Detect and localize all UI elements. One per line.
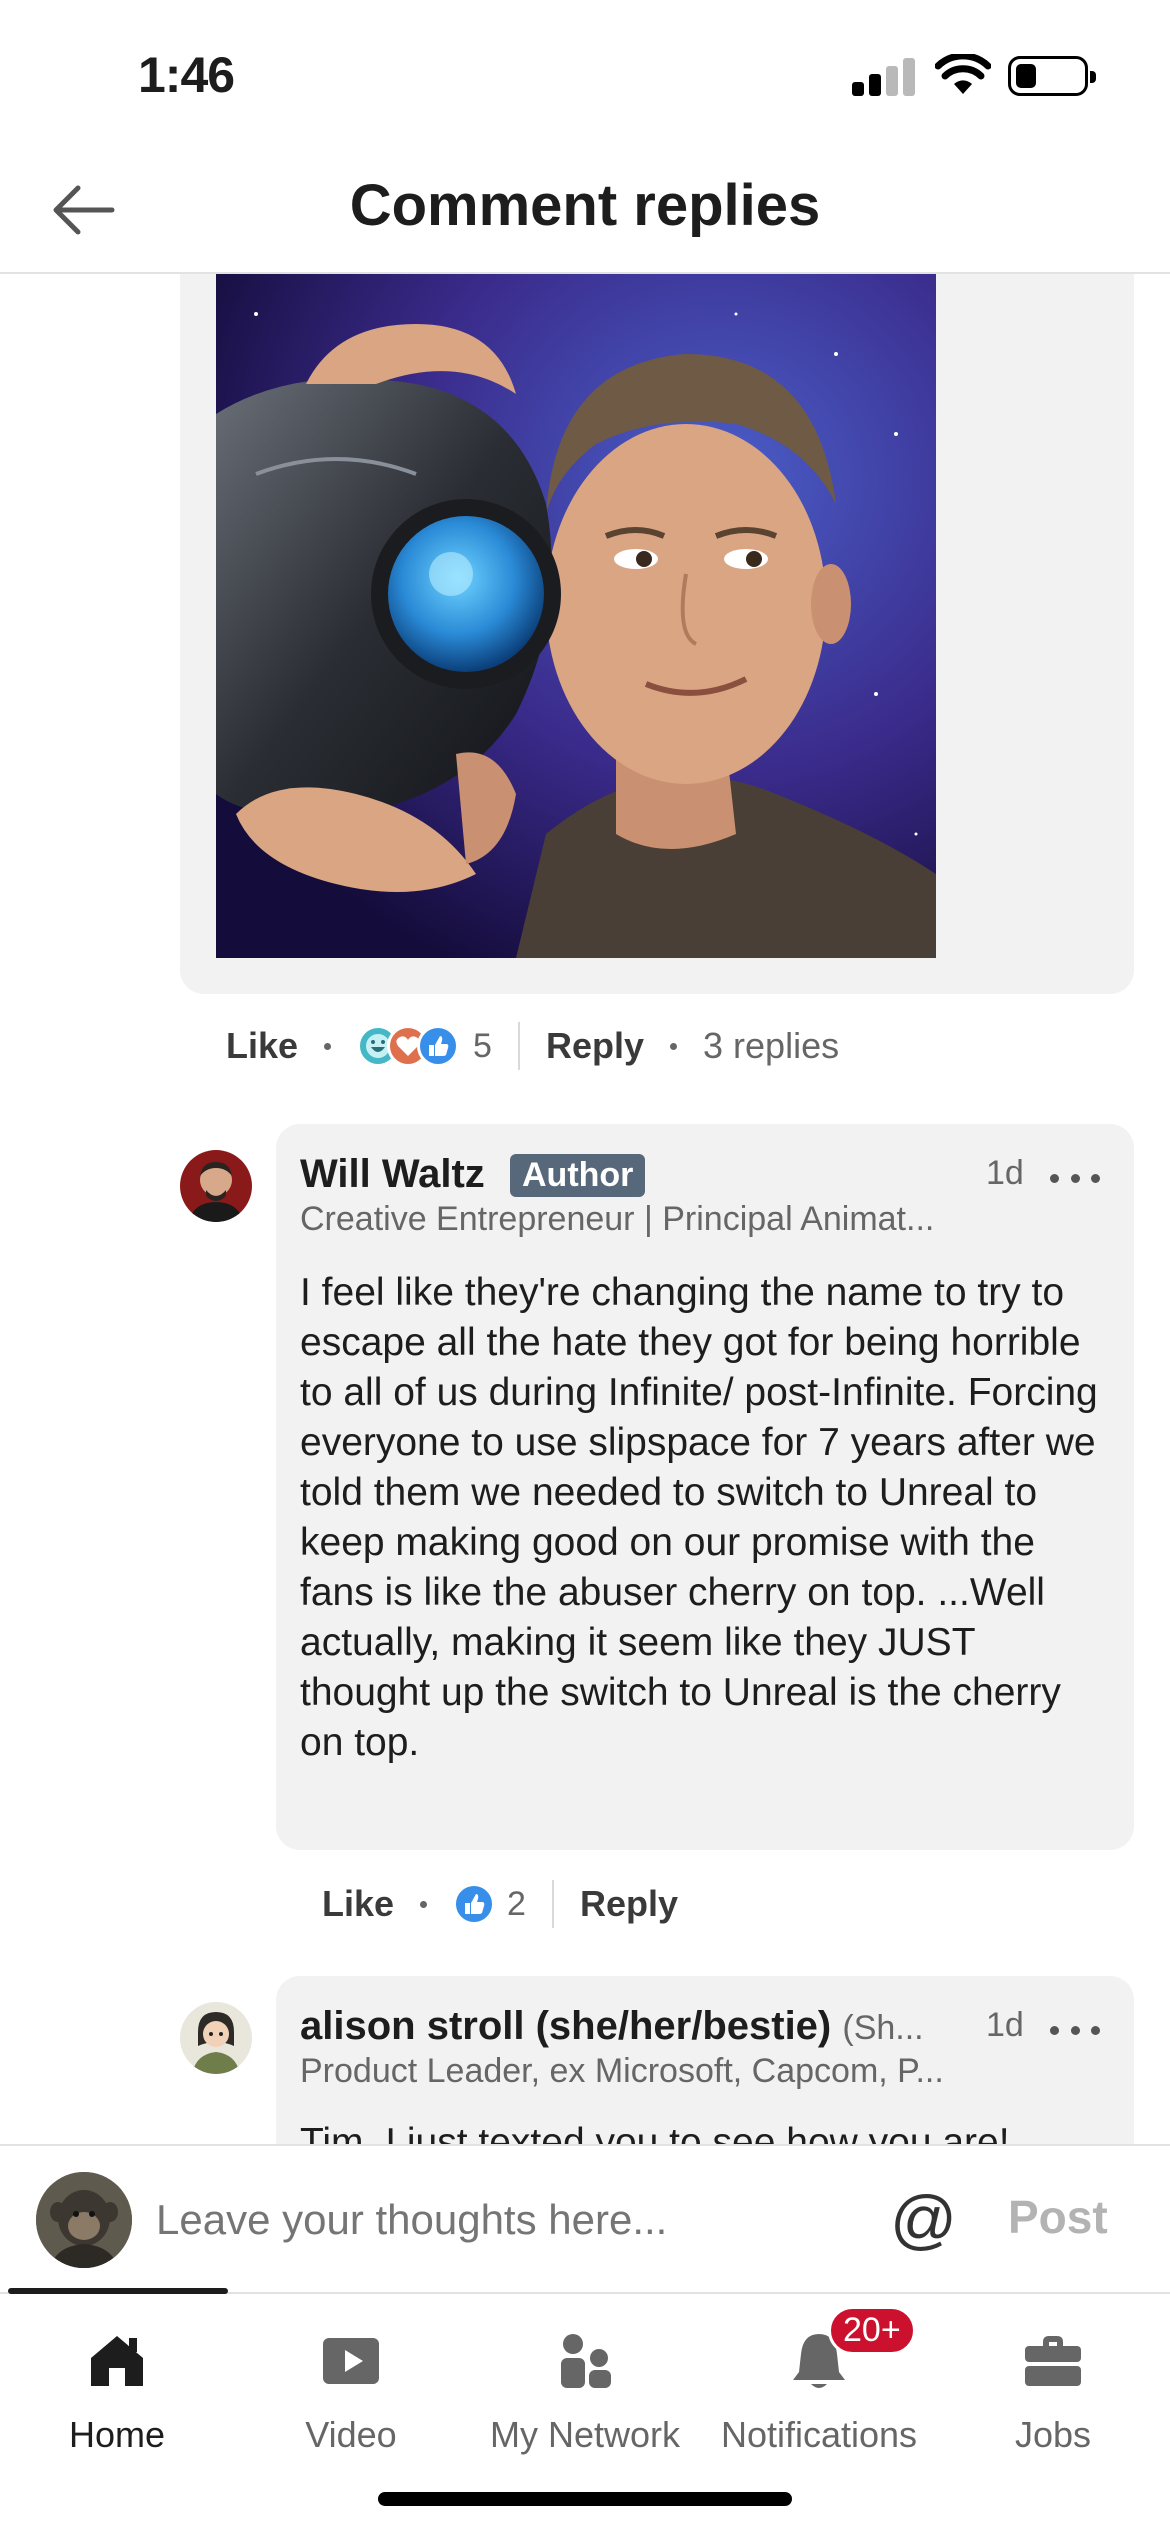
tab-home[interactable]: Home [2, 2314, 232, 2455]
user-avatar [36, 2172, 132, 2268]
tab-label: Home [68, 2414, 166, 2455]
cellular-signal-icon [852, 56, 916, 96]
separator-dot [420, 1900, 428, 1908]
video-icon [323, 2338, 379, 2384]
comment-image[interactable] [216, 274, 936, 958]
briefcase-icon [1025, 2336, 1081, 2386]
tab-label: Jobs [1014, 2414, 1092, 2455]
more-options-icon[interactable] [1050, 1168, 1100, 1188]
avatar[interactable] [180, 1150, 252, 1222]
commenter-name[interactable]: Will Waltz [300, 1152, 485, 1197]
comment-composer: @ Post [0, 2144, 1170, 2292]
parent-comment-actions: Like 5 Reply 3 replies [226, 1016, 839, 1076]
commenter-name-text: alison stroll (she/her/bestie) [300, 2004, 832, 2048]
commenter-name-suffix: (Sh... [842, 2009, 924, 2047]
notification-count-badge: 20+ [828, 2306, 916, 2355]
home-icon [91, 2336, 143, 2386]
replies-count-link[interactable]: 3 replies [703, 1025, 839, 1067]
reactions-summary[interactable] [357, 1025, 460, 1067]
comment-body: Tim, I just texted you to see how you ar… [300, 2121, 1010, 2144]
comment-timestamp: 1d [986, 2006, 1024, 2044]
tab-my-network[interactable]: My Network [470, 2314, 700, 2455]
battery-icon [1008, 56, 1096, 96]
wifi-icon [935, 54, 991, 94]
tab-jobs[interactable]: Jobs [938, 2314, 1168, 2455]
reaction-count: 5 [473, 1026, 492, 1065]
top-bar: Comment replies [0, 150, 1170, 274]
tab-label: Video [305, 2414, 397, 2455]
network-icon [561, 2334, 611, 2388]
status-time: 1:46 [138, 47, 235, 103]
separator-dot [670, 1042, 678, 1050]
home-indicator[interactable] [378, 2492, 792, 2506]
status-bar: 1:46 [0, 0, 1170, 150]
separator-dot [324, 1042, 332, 1050]
like-reaction-icon [453, 1883, 496, 1925]
divider [517, 1022, 520, 1070]
tab-label: My Network [489, 2414, 681, 2455]
comment-timestamp: 1d [986, 1154, 1024, 1192]
reply-button[interactable]: Reply [580, 1883, 678, 1925]
comment-input[interactable] [156, 2190, 856, 2250]
post-button[interactable]: Post [1008, 2190, 1108, 2244]
tab-video[interactable]: Video [236, 2314, 466, 2455]
more-options-icon[interactable] [1050, 2020, 1100, 2040]
like-reaction-icon [417, 1025, 460, 1067]
reactions-summary[interactable] [453, 1883, 496, 1925]
commenter-headline: Creative Entrepreneur | Principal Animat… [300, 1200, 935, 1238]
comment-body: I feel like they're changing the name to… [300, 1271, 1098, 1764]
commenter-name[interactable]: alison stroll (she/her/bestie) (Sh... [300, 2004, 924, 2049]
reply-button[interactable]: Reply [546, 1025, 644, 1067]
reply-comment-actions: Like 2 Reply [322, 1874, 678, 1934]
like-button[interactable]: Like [322, 1883, 394, 1925]
divider [551, 1880, 554, 1928]
tab-label: Notifications [720, 2414, 918, 2455]
avatar[interactable] [180, 2002, 252, 2074]
active-tab-indicator [8, 2288, 228, 2294]
page-title: Comment replies [349, 173, 821, 238]
commenter-headline: Product Leader, ex Microsoft, Capcom, P.… [300, 2052, 944, 2090]
like-button[interactable]: Like [226, 1025, 298, 1067]
author-badge: Author [510, 1154, 646, 1197]
comment-thread[interactable]: Like 5 Reply 3 replies Will Waltz Author… [0, 274, 1170, 2144]
mention-icon[interactable]: @ [890, 2184, 957, 2254]
reaction-count: 2 [507, 1884, 526, 1923]
